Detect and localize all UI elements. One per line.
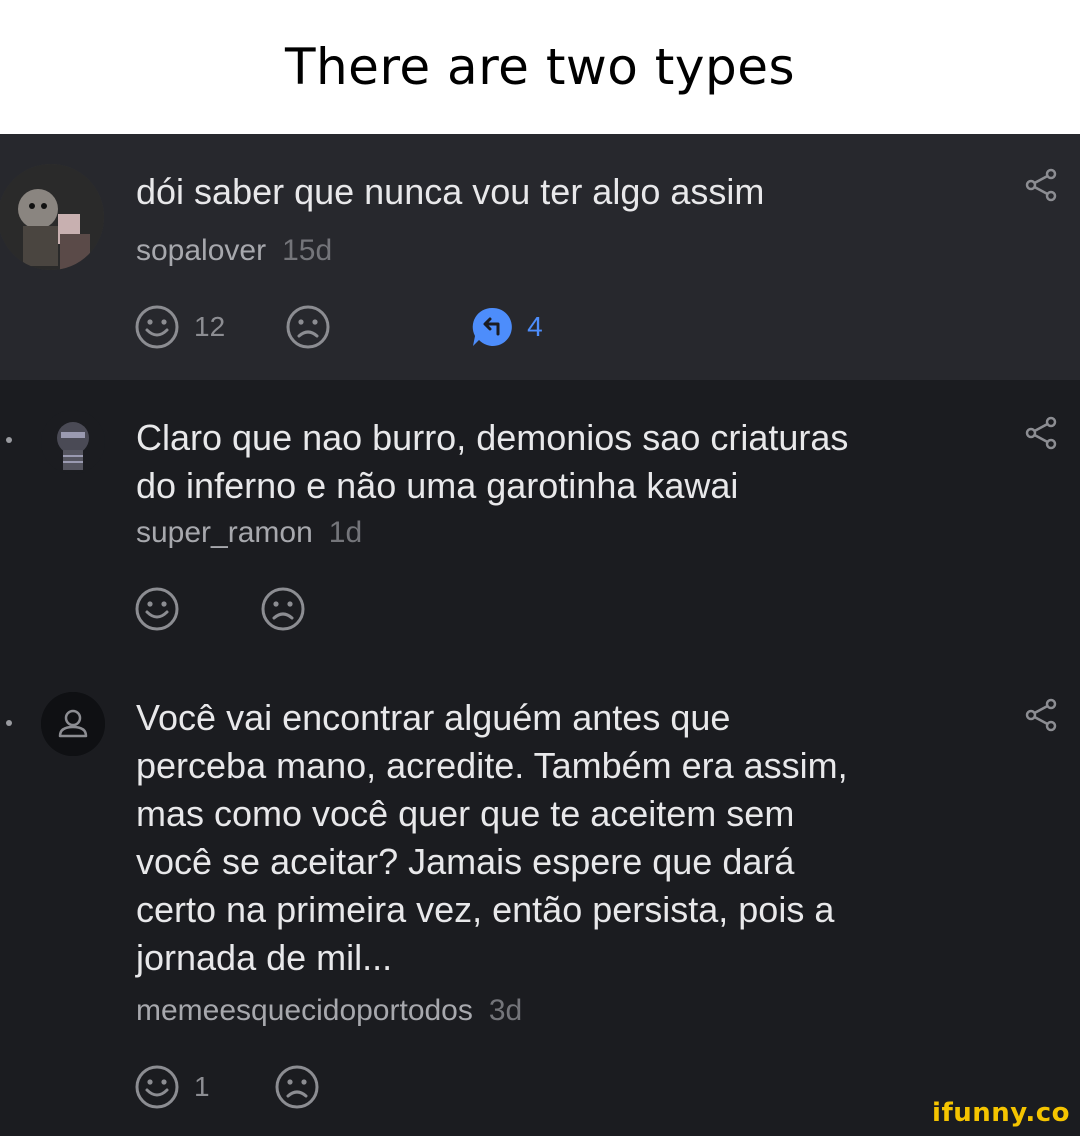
default-user-icon: [41, 692, 105, 756]
meme-caption: There are two types: [284, 38, 796, 96]
comment-text: Você vai encontrar alguém antes que perc…: [136, 697, 848, 978]
avatar[interactable]: [41, 692, 105, 756]
smile-icon: [135, 305, 179, 349]
smile-count: 12: [194, 311, 226, 342]
username[interactable]: sopalover: [136, 234, 266, 267]
thread-dot: [6, 720, 12, 726]
smile-icon: [135, 587, 179, 631]
reply-icon: [472, 307, 512, 346]
share-icon[interactable]: [1024, 168, 1058, 202]
comment-meta: sopalover 15d: [136, 234, 332, 268]
username[interactable]: super_ramon: [136, 516, 313, 549]
username[interactable]: memeesquecidoportodos: [136, 994, 473, 1027]
share-icon[interactable]: [1024, 698, 1058, 732]
timestamp: 1d: [328, 516, 363, 549]
comment-1: dói saber que nunca vou ter algo assim s…: [0, 134, 1080, 380]
share-icon[interactable]: [1024, 416, 1058, 450]
meme-caption-bar: There are two types: [0, 0, 1080, 134]
smile-button[interactable]: 12: [134, 304, 225, 350]
avatar[interactable]: [41, 410, 105, 474]
thread-dot: [6, 437, 12, 443]
reply-count: 4: [527, 311, 543, 342]
unsmile-icon: [275, 1065, 319, 1109]
comment-meta: memeesquecidoportodos 3d: [136, 994, 522, 1028]
smile-count: 1: [194, 1071, 210, 1102]
comment-actions: 12 4: [134, 304, 543, 350]
comment-meta: super_ramon 1d: [136, 516, 362, 550]
unsmile-icon: [286, 305, 330, 349]
smile-button[interactable]: [134, 586, 180, 632]
unsmile-button[interactable]: [260, 586, 306, 632]
timestamp: 15d: [282, 234, 333, 267]
comment-3: Você vai encontrar alguém antes que perc…: [0, 650, 1080, 1136]
replies-button[interactable]: 4: [471, 306, 543, 348]
timestamp: 3d: [488, 994, 523, 1027]
comment-actions: 1: [134, 1064, 320, 1110]
smile-icon: [135, 1065, 179, 1109]
comment-text: dói saber que nunca vou ter algo assim: [136, 171, 765, 212]
comment-2: Claro que nao burro, demonios sao criatu…: [0, 380, 1080, 650]
ifunny-watermark: ifunny.co: [932, 1098, 1070, 1128]
avatar[interactable]: [0, 164, 104, 270]
unsmile-button[interactable]: [285, 304, 331, 350]
comment-actions: [134, 586, 306, 632]
smile-button[interactable]: 1: [134, 1064, 210, 1110]
unsmile-icon: [261, 587, 305, 631]
comment-text: Claro que nao burro, demonios sao criatu…: [136, 417, 849, 506]
unsmile-button[interactable]: [274, 1064, 320, 1110]
